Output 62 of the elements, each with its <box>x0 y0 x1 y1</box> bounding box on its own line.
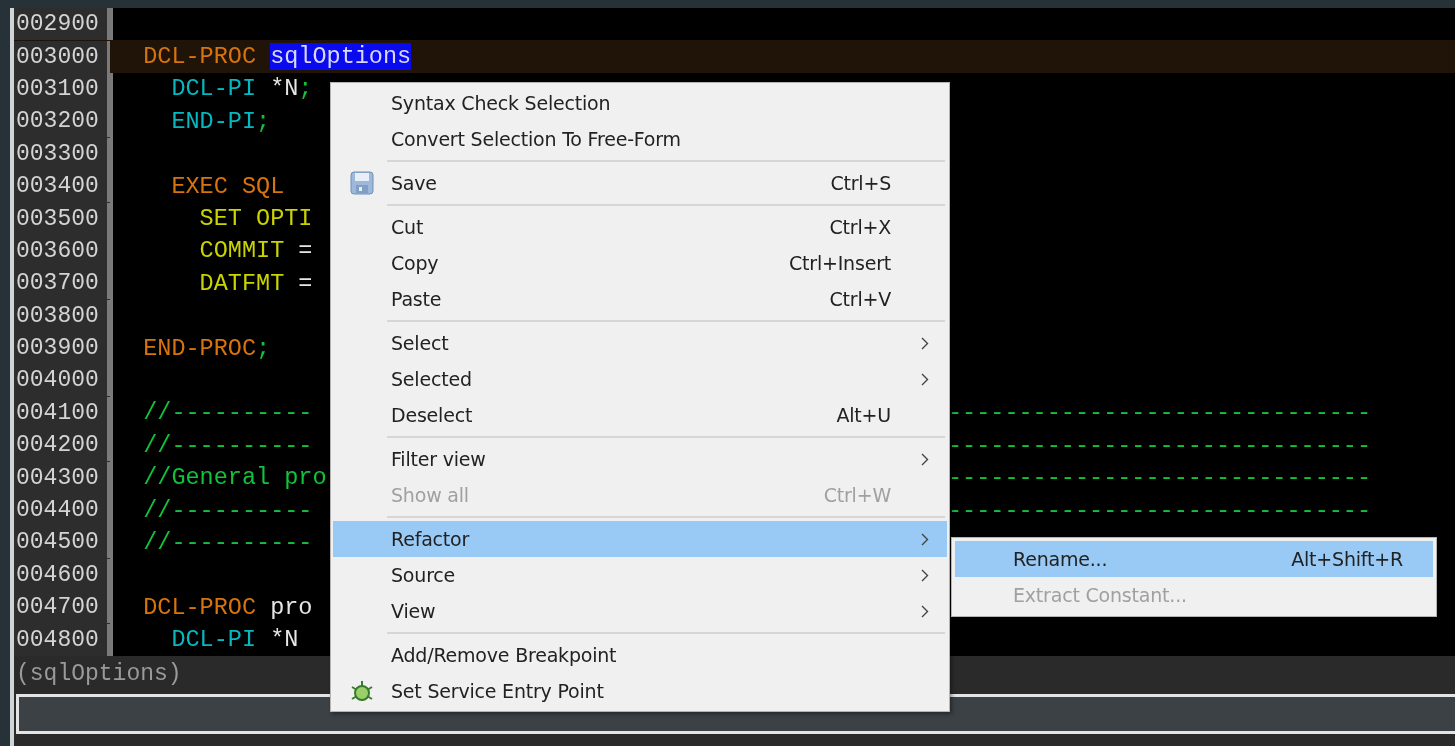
line-number: 003600 <box>14 234 110 267</box>
line-number: 004400 <box>14 494 110 527</box>
menu-item[interactable]: Rename... Alt+Shift+R <box>955 541 1433 577</box>
menu-item[interactable]: Source <box>333 557 947 593</box>
menu-item[interactable]: Save Ctrl+S <box>333 165 947 201</box>
line-number: 004500 <box>14 526 110 559</box>
chevron-right-icon <box>921 532 929 546</box>
chevron-right-icon <box>921 568 929 582</box>
line-number: 004600 <box>14 558 110 591</box>
code-line: DCL-PI *N; <box>170 75 313 103</box>
code-line: //---------- <box>142 431 313 459</box>
code-line: SET OPTI <box>198 205 313 233</box>
line-number: 004800 <box>14 623 110 656</box>
line-number: 003200 <box>14 105 110 138</box>
line-number: 004100 <box>14 396 110 429</box>
menu-item[interactable]: Copy Ctrl+Insert <box>333 245 947 281</box>
menu-item[interactable]: Set Service Entry Point <box>333 673 947 709</box>
menu-item[interactable]: Syntax Check Selection <box>333 85 947 121</box>
menu-item[interactable]: Paste Ctrl+V <box>333 281 947 317</box>
code-line: DATFMT = <box>198 269 313 297</box>
menu-item[interactable]: Cut Ctrl+X <box>333 209 947 245</box>
code-line: DCL-PROC sqlOptions <box>142 43 412 71</box>
line-number: 002900 <box>14 8 110 41</box>
code-line: //---------- <box>142 496 313 524</box>
line-number: 003500 <box>14 202 110 235</box>
code-line: DCL-PI *N <box>170 626 299 654</box>
chevron-right-icon <box>921 452 929 466</box>
comment-dashes: ------------------------------ <box>948 431 1373 459</box>
line-number: 003300 <box>14 137 110 170</box>
line-number: 003700 <box>14 267 110 300</box>
menu-item[interactable]: Select <box>333 325 947 361</box>
menu-item[interactable]: Selected <box>333 361 947 397</box>
line-number: 003400 <box>14 170 110 203</box>
code-line: //General pro <box>142 464 327 492</box>
code-line: COMMIT = <box>198 237 313 265</box>
chevron-right-icon <box>921 336 929 350</box>
line-number: 004000 <box>14 364 110 397</box>
menu-item[interactable]: View <box>333 593 947 629</box>
menu-item[interactable]: Add/Remove Breakpoint <box>333 637 947 673</box>
comment-dashes: ------------------------------ <box>948 496 1373 524</box>
menu-item[interactable]: Deselect Alt+U <box>333 397 947 433</box>
code-line: DCL-PROC pro <box>142 593 313 621</box>
code-line: END-PI; <box>170 107 271 135</box>
chevron-right-icon <box>921 372 929 386</box>
code-line: //---------- <box>142 528 313 556</box>
line-number: 003000 <box>14 40 110 73</box>
bug-icon <box>350 679 374 703</box>
menu-item[interactable]: Convert Selection To Free-Form <box>333 121 947 157</box>
line-number: 004700 <box>14 591 110 624</box>
line-number: 004200 <box>14 429 110 462</box>
menu-item[interactable]: Filter view <box>333 441 947 477</box>
status-text: (sqlOptions) <box>15 661 182 687</box>
code-line: //---------- <box>142 399 313 427</box>
chevron-right-icon <box>921 604 929 618</box>
line-number: 004300 <box>14 461 110 494</box>
line-number: 003800 <box>14 299 110 332</box>
comment-dashes: ------------------------------ <box>948 464 1373 492</box>
comment-dashes: ------------------------------ <box>948 399 1373 427</box>
line-number: 003100 <box>14 72 110 105</box>
code-line: EXEC SQL <box>170 172 285 200</box>
line-number: 003900 <box>14 332 110 365</box>
code-line: END-PROC; <box>142 334 271 362</box>
